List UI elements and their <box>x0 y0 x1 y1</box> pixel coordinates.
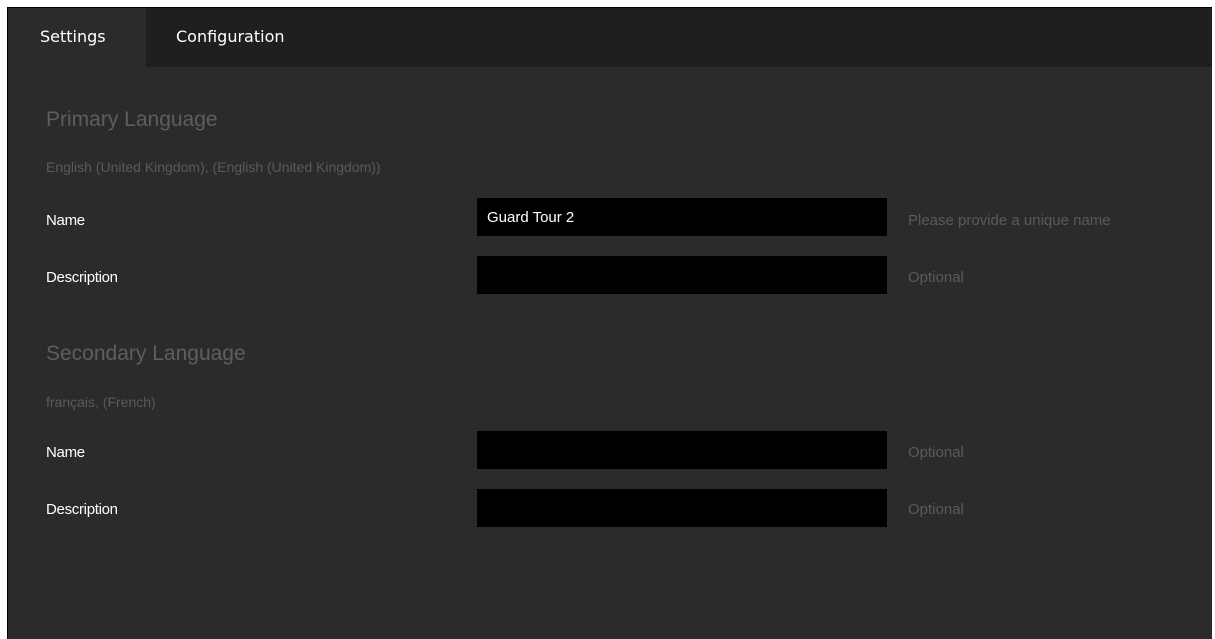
primary-name-label: Name <box>46 212 85 229</box>
primary-name-hint: Please provide a unique name <box>908 212 1111 229</box>
secondary-name-label: Name <box>46 444 85 461</box>
secondary-language-name: français, (French) <box>46 394 156 410</box>
settings-window: Settings Configuration Primary Language … <box>7 7 1212 639</box>
secondary-language-heading: Secondary Language <box>46 342 246 365</box>
primary-description-hint: Optional <box>908 269 964 286</box>
tab-configuration[interactable]: Configuration <box>146 8 285 67</box>
primary-description-input[interactable] <box>477 256 887 294</box>
secondary-description-hint: Optional <box>908 501 964 518</box>
primary-language-heading: Primary Language <box>46 108 218 131</box>
secondary-name-input[interactable] <box>477 431 887 469</box>
tab-settings[interactable]: Settings <box>8 8 146 67</box>
secondary-description-label: Description <box>46 501 118 518</box>
tab-bar: Settings Configuration <box>8 8 1212 67</box>
secondary-description-input[interactable] <box>477 489 887 527</box>
primary-language-name: English (United Kingdom), (English (Unit… <box>46 159 381 175</box>
primary-description-label: Description <box>46 269 118 286</box>
secondary-name-hint: Optional <box>908 444 964 461</box>
primary-name-input[interactable] <box>477 198 887 236</box>
